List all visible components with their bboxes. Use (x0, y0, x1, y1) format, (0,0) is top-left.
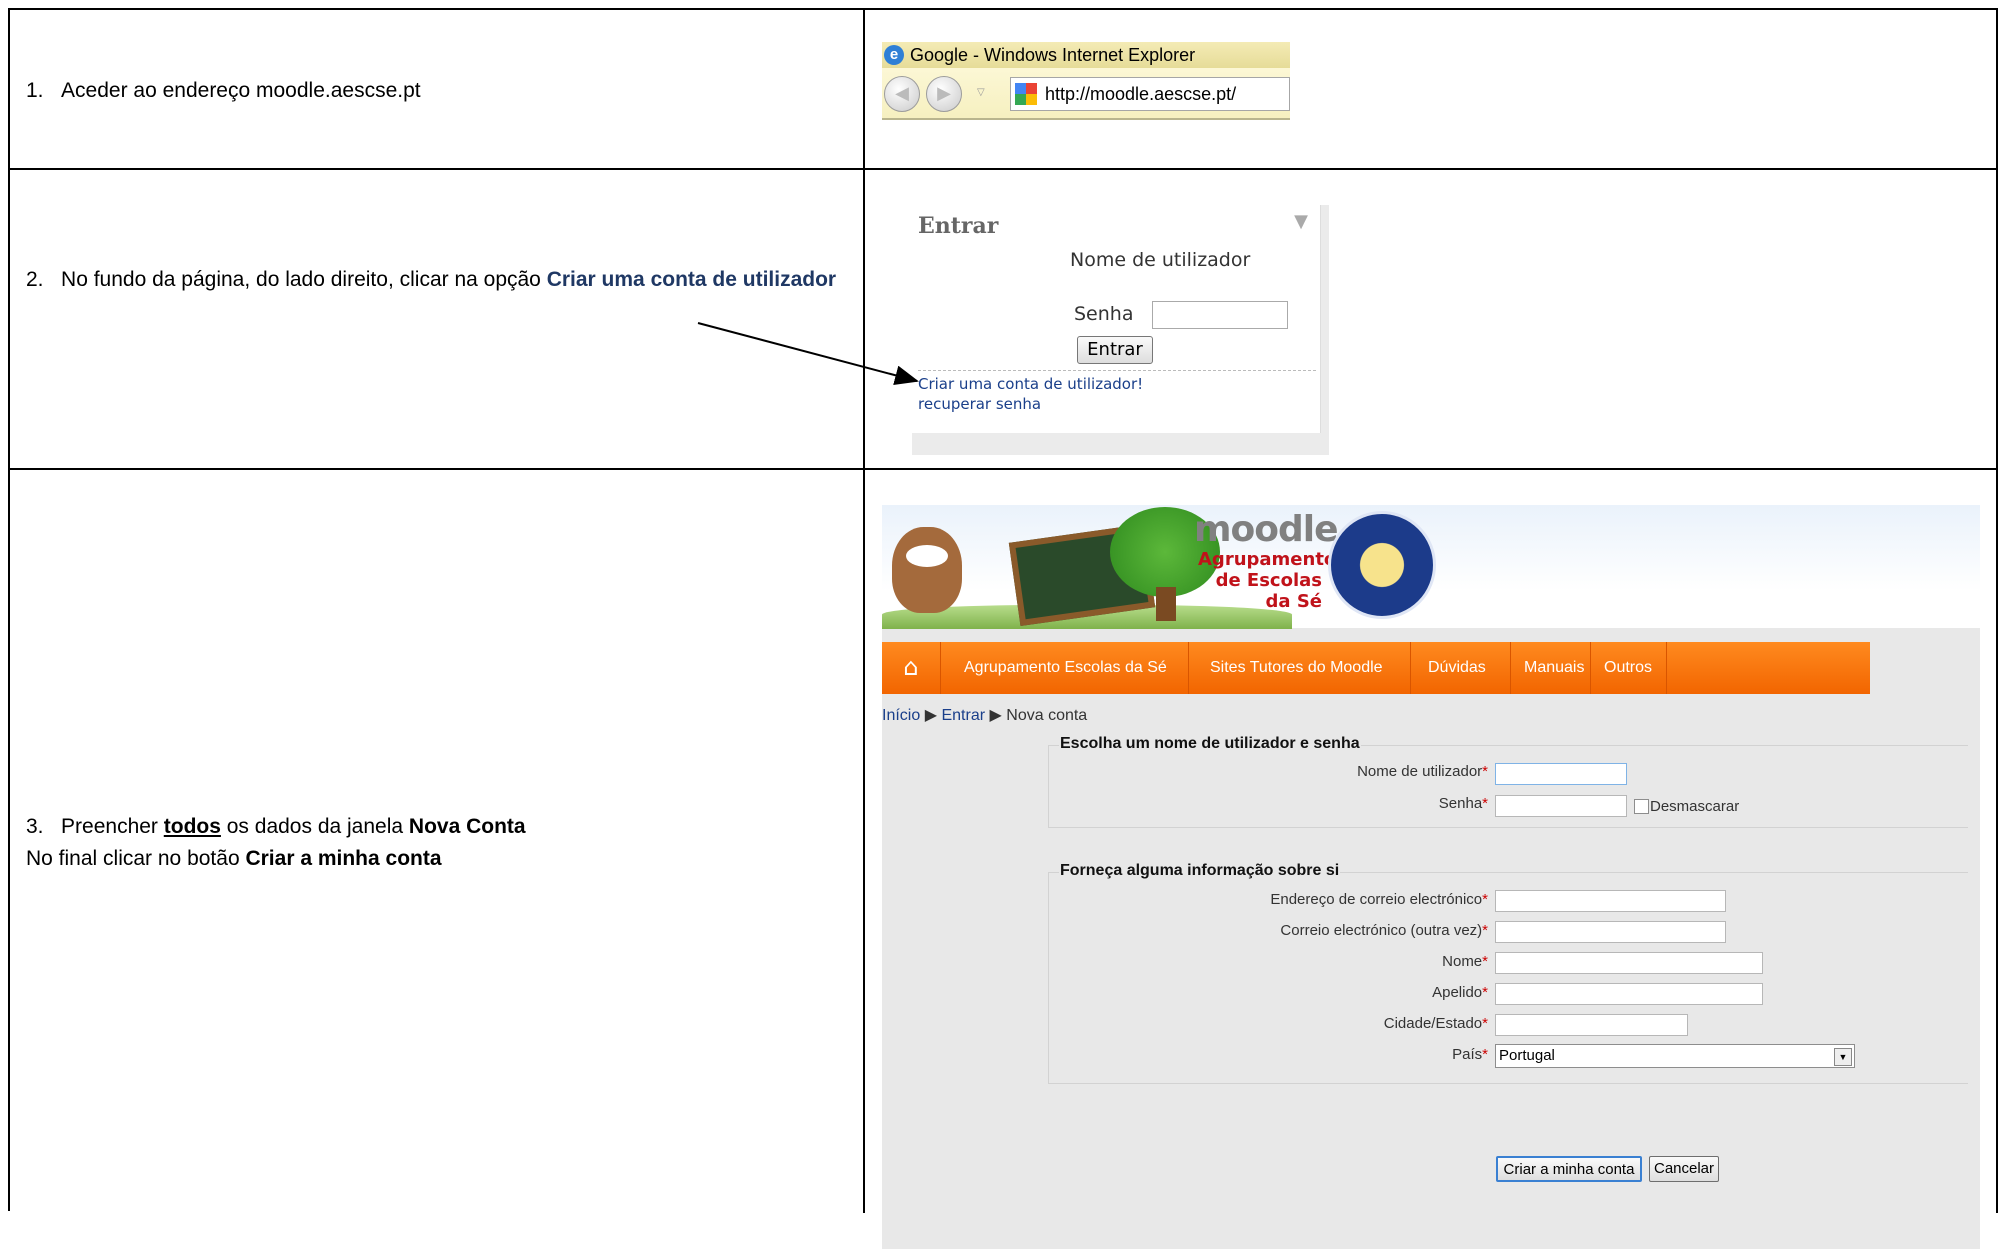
chevron-down-icon: ▼ (1834, 1048, 1852, 1066)
school-name-line: Agrupamento (1198, 549, 1337, 570)
step-3-number: 3. (26, 815, 44, 838)
unmask-label: Desmascarar (1650, 798, 1740, 815)
breadcrumb-home[interactable]: Início (882, 707, 920, 724)
moodle-logo: moodle (1194, 509, 1339, 550)
table-row: 3. Preencher todos os dados da janela No… (10, 470, 1998, 1249)
school-seal-icon (1328, 511, 1436, 619)
required-icon: * (1482, 763, 1488, 780)
username-label: Nome de utilizador* (1049, 763, 1488, 780)
menu-separator (1410, 642, 1411, 694)
required-icon: * (1482, 922, 1488, 939)
collapse-icon[interactable]: ▼ (1294, 211, 1308, 232)
login-username-label: Nome de utilizador (1070, 249, 1251, 271)
country-label: País* (1049, 1046, 1488, 1063)
country-select[interactable]: Portugal ▼ (1495, 1044, 1855, 1068)
country-selected-value: Portugal (1499, 1047, 1555, 1064)
required-icon: * (1482, 1015, 1488, 1032)
menu-separator (1666, 642, 1667, 694)
required-icon: * (1482, 1046, 1488, 1063)
cancel-button[interactable]: Cancelar (1649, 1156, 1719, 1182)
step-3-button-name: Criar a minha conta (245, 847, 442, 870)
step-3-emphasis: todos (163, 815, 221, 838)
menu-item-duvidas[interactable]: Dúvidas (1428, 642, 1486, 694)
tree-trunk (1156, 587, 1176, 621)
fieldset-legend: Forneça alguma informação sobre si (1059, 862, 1341, 880)
main-menu: ⌂ Agrupamento Escolas da Sé Sites Tutore… (882, 642, 1870, 694)
city-label: Cidade/Estado* (1049, 1015, 1488, 1032)
required-icon: * (1482, 795, 1488, 812)
menu-item-outros[interactable]: Outros (1604, 642, 1652, 694)
step-1-screenshot-cell: e Google - Windows Internet Explorer ◀ ▶… (865, 10, 1998, 168)
breadcrumb-separator: ▶ (924, 707, 938, 724)
required-icon: * (1482, 953, 1488, 970)
firstname-input[interactable] (1495, 952, 1763, 974)
email-again-label-text: Correio electrónico (outra vez) (1280, 922, 1483, 939)
lastname-input[interactable] (1495, 983, 1763, 1005)
email-input[interactable] (1495, 890, 1726, 912)
step-3-cell: 3. Preencher todos os dados da janela No… (10, 470, 865, 1213)
google-favicon-icon (1015, 83, 1037, 105)
menu-separator (1188, 642, 1189, 694)
school-name-line: de Escolas (1215, 570, 1322, 591)
lastname-label: Apelido* (1049, 984, 1488, 1001)
step-3-line-1: 3. Preencher todos os dados da janela No… (26, 812, 846, 842)
address-bar[interactable]: http://moodle.aescse.pt/ (1010, 77, 1290, 111)
menu-separator (940, 642, 941, 694)
breadcrumb-login[interactable]: Entrar (941, 707, 985, 724)
owl-mascot-icon (892, 527, 962, 613)
username-label-text: Nome de utilizador (1357, 763, 1483, 780)
firstname-label: Nome* (1049, 953, 1488, 970)
lastname-label-text: Apelido (1432, 984, 1483, 1001)
email-again-label: Correio electrónico (outra vez)* (1049, 922, 1488, 939)
address-url: http://moodle.aescse.pt/ (1045, 84, 1237, 104)
login-submit-button[interactable]: Entrar (1077, 336, 1153, 364)
step-2-screenshot-cell: Entrar ▼ Nome de utilizador Senha Entrar… (865, 170, 1998, 468)
create-account-button[interactable]: Criar a minha conta (1496, 1156, 1642, 1182)
city-input[interactable] (1495, 1014, 1688, 1036)
menu-item-agrupamento[interactable]: Agrupamento Escolas da Sé (964, 642, 1167, 694)
username-input[interactable] (1495, 763, 1627, 785)
moodle-signup-page: moodle Agrupamento de Escolas da Sé ⌂ Ag… (882, 505, 1980, 1249)
breadcrumb-current: Nova conta (1006, 707, 1088, 724)
required-icon: * (1482, 891, 1488, 908)
email-label-text: Endereço de correio electrónico (1270, 891, 1483, 908)
password-label: Senha* (1049, 795, 1488, 812)
site-banner: moodle Agrupamento de Escolas da Sé (882, 505, 1980, 629)
step-3-text-b: os dados da janela (220, 815, 409, 838)
fieldset-legend: Escolha um nome de utilizador e senha (1059, 735, 1361, 753)
menu-separator (1510, 642, 1511, 694)
school-name-line: da Sé (1265, 591, 1322, 612)
email-again-input[interactable] (1495, 921, 1726, 943)
country-label-text: País (1452, 1046, 1483, 1063)
breadcrumb-separator: ▶ (989, 707, 1002, 724)
username-password-fieldset: Escolha um nome de utilizador e senha No… (1048, 735, 1968, 828)
personal-info-fieldset: Forneça alguma informação sobre si Ender… (1048, 862, 1968, 1084)
school-name: Agrupamento de Escolas da Sé (1198, 549, 1337, 612)
firstname-label-text: Nome (1442, 953, 1483, 970)
home-icon[interactable]: ⌂ (882, 642, 940, 694)
step-3-line-2: No final clicar no botão Criar a minha c… (26, 844, 846, 874)
login-password-input[interactable] (1152, 301, 1288, 329)
step-3-text-a: Preencher (61, 815, 164, 838)
login-password-label: Senha (1074, 303, 1134, 325)
menu-separator (1590, 642, 1591, 694)
step-3-screenshot-cell: moodle Agrupamento de Escolas da Sé ⌂ Ag… (865, 470, 1998, 1249)
step-3-text-c: No final clicar no botão (26, 847, 246, 870)
step-3-window-name: Nova Conta (408, 815, 526, 838)
required-icon: * (1482, 984, 1488, 1001)
breadcrumb: Início ▶ Entrar ▶ Nova conta (882, 705, 1087, 725)
email-label: Endereço de correio electrónico* (1049, 891, 1488, 908)
menu-item-sites-tutores[interactable]: Sites Tutores do Moodle (1210, 642, 1383, 694)
city-label-text: Cidade/Estado (1383, 1015, 1483, 1032)
password-input[interactable] (1495, 795, 1627, 817)
unmask-checkbox[interactable] (1634, 799, 1649, 814)
pointer-arrow-icon (697, 322, 919, 386)
password-label-text: Senha (1438, 795, 1483, 812)
instruction-table: 1. Aceder ao endereço moodle.aescse.pt e… (8, 8, 1998, 1249)
menu-item-manuais[interactable]: Manuais (1524, 642, 1584, 694)
